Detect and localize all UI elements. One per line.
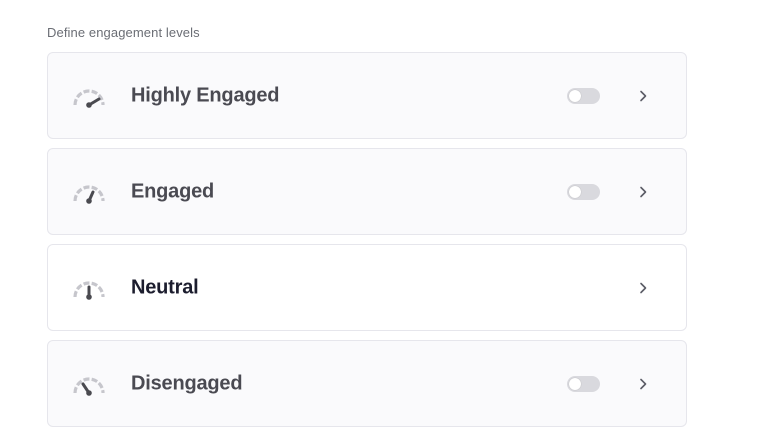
level-row-engaged[interactable]: Engaged	[47, 148, 687, 235]
level-name: Disengaged	[131, 372, 243, 394]
toggle-knob	[569, 89, 581, 102]
chevron-right-icon[interactable]	[636, 89, 650, 103]
level-toggle[interactable]	[567, 87, 600, 104]
gauge-high-icon	[73, 88, 105, 108]
level-row-neutral[interactable]: Neutral	[47, 244, 687, 331]
level-row-disengaged[interactable]: Disengaged	[47, 340, 687, 427]
engagement-levels-panel: Define engagement levels Highly Engaged	[47, 25, 687, 427]
level-name: Engaged	[131, 180, 215, 202]
engagement-level-list: Highly Engaged Engaged Neutral Disengage…	[47, 52, 687, 427]
level-toggle[interactable]	[567, 183, 600, 200]
toggle-knob	[569, 377, 581, 390]
level-toggle[interactable]	[567, 375, 600, 392]
chevron-right-icon[interactable]	[636, 185, 650, 199]
level-name: Highly Engaged	[131, 84, 280, 106]
level-name: Neutral	[131, 276, 199, 298]
gauge-neutral-icon	[73, 280, 105, 300]
chevron-right-icon[interactable]	[636, 281, 650, 295]
gauge-low-icon	[73, 376, 105, 396]
gauge-medium-icon	[73, 184, 105, 204]
section-title: Define engagement levels	[47, 25, 200, 40]
level-row-highly-engaged[interactable]: Highly Engaged	[47, 52, 687, 139]
chevron-right-icon[interactable]	[636, 377, 650, 391]
toggle-knob	[569, 185, 581, 198]
